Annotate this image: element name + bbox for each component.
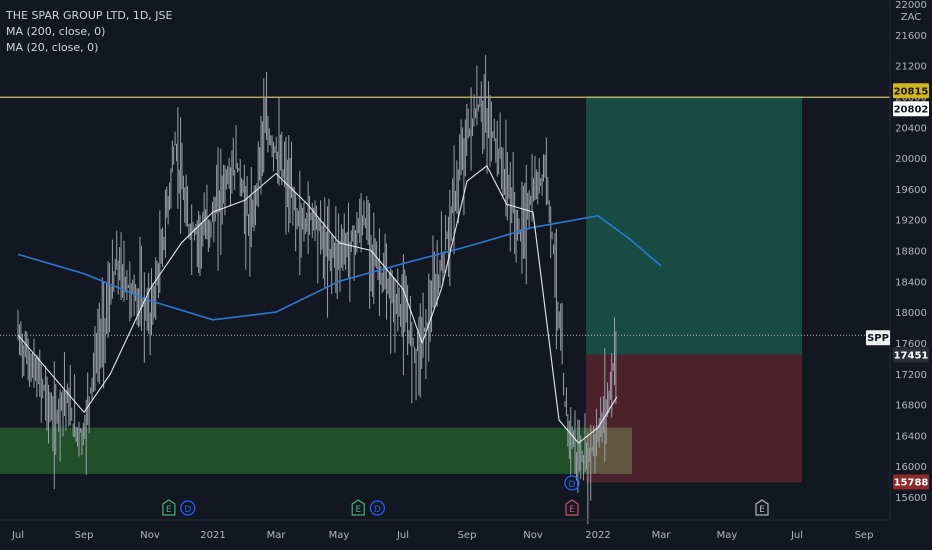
x-tick-label: Sep	[855, 530, 874, 541]
price-label: 20802	[894, 104, 929, 115]
x-tick-label: Jul	[396, 530, 409, 541]
price-label: 15788	[894, 478, 929, 489]
x-tick-label: Sep	[458, 530, 477, 541]
support-zone[interactable]	[0, 427, 632, 474]
currency-label: ZAC	[901, 12, 922, 23]
y-tick-label: 20400	[895, 123, 927, 134]
event-letter: D	[569, 480, 576, 490]
event-letter: E	[759, 505, 765, 515]
price-label: 20815	[894, 86, 929, 97]
event-letter: D	[184, 505, 191, 515]
target-zone[interactable]	[586, 96, 802, 355]
ma200-legend[interactable]: MA (200, close, 0)	[6, 24, 172, 40]
x-tick-label: Mar	[652, 530, 672, 541]
y-tick-label: 17200	[895, 370, 927, 381]
y-tick-label: 19200	[895, 216, 927, 227]
chart-legend: THE SPAR GROUP LTD, 1D, JSE MA (200, clo…	[6, 8, 172, 56]
y-tick-label: 16400	[895, 431, 927, 442]
x-tick-label: May	[717, 530, 738, 541]
x-tick-label: Jul	[11, 530, 24, 541]
x-tick-label: Sep	[75, 530, 94, 541]
event-letter: E	[166, 505, 172, 515]
y-tick-label: 19600	[895, 185, 927, 196]
ma20-legend[interactable]: MA (20, close, 0)	[6, 40, 172, 56]
price-chart[interactable]: 1560016000164001680017200176001800018400…	[0, 0, 932, 550]
symbol-title: THE SPAR GROUP LTD, 1D, JSE	[6, 9, 173, 22]
event-letter: E	[355, 505, 361, 515]
y-tick-label: 18400	[895, 277, 927, 288]
x-tick-label: Nov	[523, 530, 543, 541]
y-tick-label: 21600	[895, 31, 927, 42]
x-tick-label: Nov	[140, 530, 160, 541]
x-tick-label: Mar	[267, 530, 287, 541]
y-tick-label: 20000	[895, 154, 927, 165]
price-label: SPP	[867, 333, 889, 344]
x-tick-label: May	[329, 530, 350, 541]
event-letter: D	[374, 505, 381, 515]
y-tick-label: 15600	[895, 493, 927, 504]
y-tick-label: 16800	[895, 401, 927, 412]
y-tick-label: 22000	[895, 0, 927, 11]
y-tick-label: 16000	[895, 462, 927, 473]
event-letter: E	[569, 505, 575, 515]
x-tick-label: 2021	[200, 530, 225, 541]
x-tick-label: Jul	[790, 530, 803, 541]
x-tick-label: 2022	[585, 530, 610, 541]
y-tick-label: 18000	[895, 308, 927, 319]
price-label: 17451	[894, 350, 929, 361]
y-tick-label: 18800	[895, 247, 927, 258]
y-tick-label: 21200	[895, 62, 927, 73]
zone-overlap	[586, 427, 632, 474]
